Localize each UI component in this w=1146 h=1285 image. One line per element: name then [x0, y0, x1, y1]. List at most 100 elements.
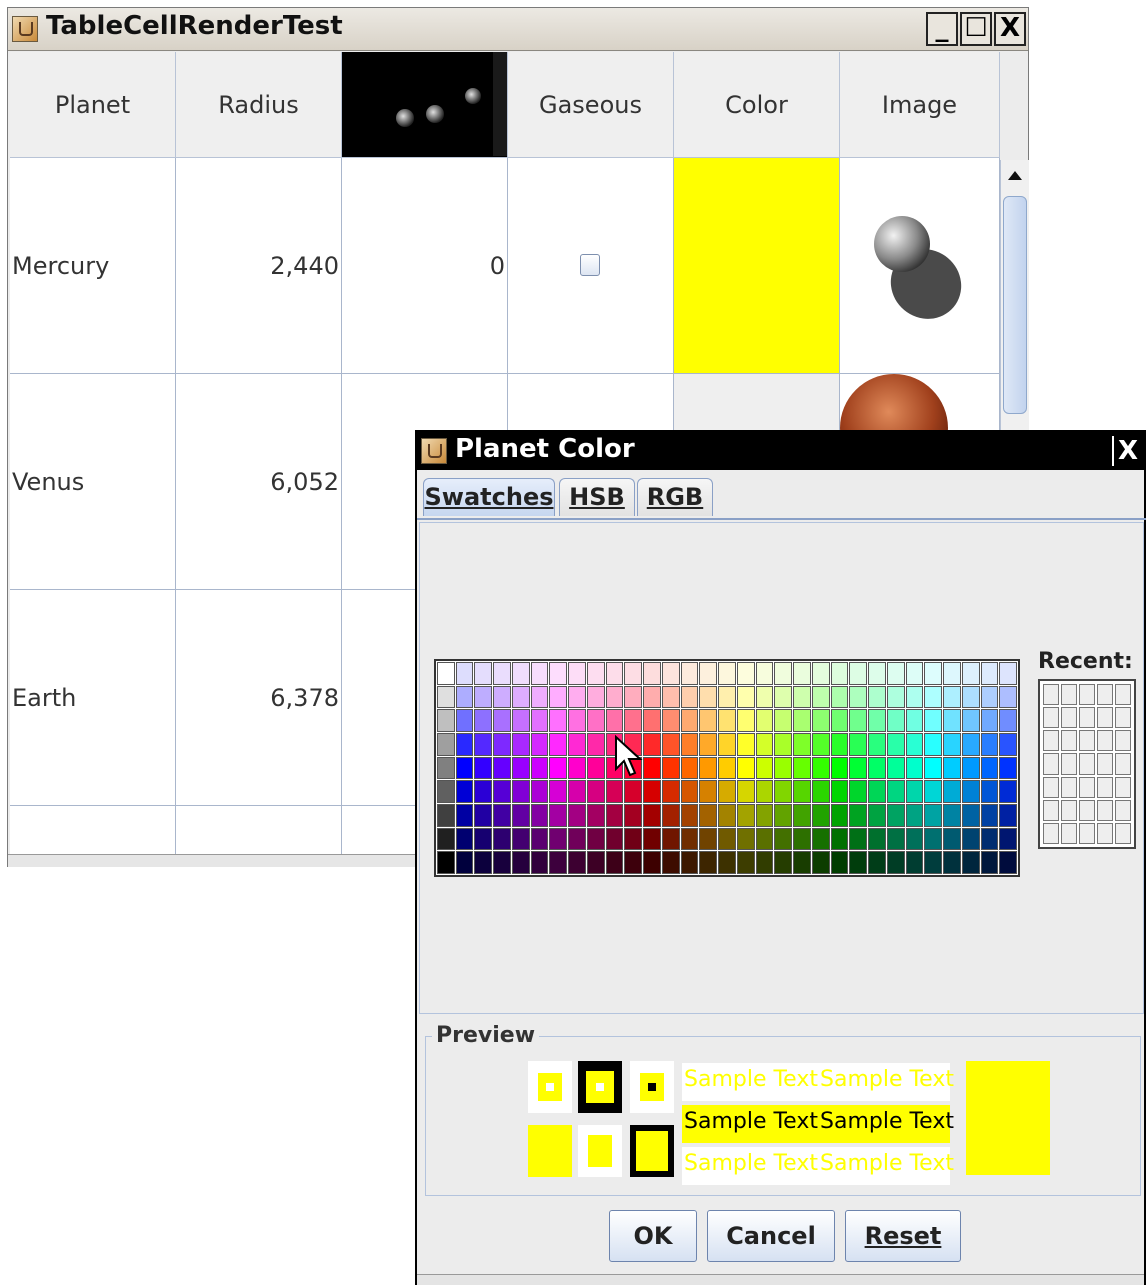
recent-swatch[interactable] — [1061, 822, 1077, 844]
column-header-planet[interactable]: Planet — [10, 52, 176, 158]
color-swatch[interactable] — [661, 803, 680, 827]
color-swatch[interactable] — [661, 662, 680, 685]
color-swatch[interactable] — [868, 780, 886, 803]
color-swatch[interactable] — [868, 732, 886, 756]
color-swatch[interactable] — [886, 756, 905, 780]
color-swatch[interactable] — [586, 851, 605, 874]
color-swatch[interactable] — [455, 732, 474, 756]
color-swatch[interactable] — [905, 732, 924, 756]
recent-swatch[interactable] — [1079, 799, 1095, 821]
color-swatch[interactable] — [943, 827, 961, 851]
recent-swatch[interactable] — [1079, 684, 1095, 706]
cancel-button[interactable]: Cancel — [707, 1210, 835, 1262]
recent-swatch[interactable] — [1043, 684, 1059, 706]
color-swatch[interactable] — [624, 851, 643, 874]
color-swatch[interactable] — [830, 732, 849, 756]
color-swatch[interactable] — [661, 756, 680, 780]
color-swatch[interactable] — [624, 803, 643, 827]
color-swatch[interactable] — [437, 803, 455, 827]
color-swatch[interactable] — [680, 732, 699, 756]
color-cell[interactable] — [674, 158, 840, 373]
color-swatch[interactable] — [568, 685, 586, 709]
color-swatch[interactable] — [455, 662, 474, 685]
color-swatch[interactable] — [830, 756, 849, 780]
color-swatch[interactable] — [811, 803, 830, 827]
recent-swatch[interactable] — [1043, 776, 1059, 798]
color-swatch[interactable] — [474, 732, 493, 756]
recent-swatch[interactable] — [1097, 707, 1113, 729]
color-swatch[interactable] — [961, 851, 980, 874]
color-swatch[interactable] — [868, 709, 886, 732]
color-swatch[interactable] — [661, 780, 680, 803]
color-swatch[interactable] — [924, 780, 943, 803]
color-swatch[interactable] — [905, 662, 924, 685]
color-swatch[interactable] — [905, 780, 924, 803]
color-swatch[interactable] — [455, 827, 474, 851]
color-swatch[interactable] — [680, 662, 699, 685]
color-swatch[interactable] — [886, 780, 905, 803]
color-swatch[interactable] — [924, 851, 943, 874]
color-swatch[interactable] — [699, 709, 718, 732]
color-swatch[interactable] — [661, 732, 680, 756]
color-swatch[interactable] — [980, 827, 999, 851]
color-swatch[interactable] — [849, 756, 868, 780]
color-swatch[interactable] — [886, 851, 905, 874]
color-swatch[interactable] — [474, 827, 493, 851]
vertical-scrollbar[interactable] — [1000, 160, 1029, 452]
color-swatch[interactable] — [474, 756, 493, 780]
color-swatch[interactable] — [474, 780, 493, 803]
color-swatch[interactable] — [793, 780, 811, 803]
title-bar[interactable]: TableCellRenderTest _ ☐ X — [8, 8, 1028, 51]
recent-swatch[interactable] — [1043, 753, 1059, 775]
color-swatch[interactable] — [999, 709, 1017, 732]
color-swatch[interactable] — [455, 803, 474, 827]
color-swatch[interactable] — [530, 756, 549, 780]
color-swatch[interactable] — [905, 827, 924, 851]
color-swatch[interactable] — [793, 827, 811, 851]
color-swatch[interactable] — [849, 709, 868, 732]
color-swatch[interactable] — [849, 685, 868, 709]
color-swatch[interactable] — [718, 732, 736, 756]
color-swatch[interactable] — [886, 803, 905, 827]
color-swatch[interactable] — [511, 756, 530, 780]
close-button[interactable]: X — [994, 12, 1026, 46]
color-swatch[interactable] — [437, 756, 455, 780]
color-swatch[interactable] — [549, 685, 568, 709]
color-swatch[interactable] — [980, 662, 999, 685]
color-swatch[interactable] — [774, 803, 793, 827]
color-swatch[interactable] — [980, 851, 999, 874]
color-swatch[interactable] — [437, 780, 455, 803]
color-swatch[interactable] — [549, 803, 568, 827]
color-swatch[interactable] — [605, 803, 624, 827]
color-swatch[interactable] — [736, 803, 755, 827]
reset-button[interactable]: Reset — [845, 1210, 961, 1262]
color-swatch[interactable] — [774, 685, 793, 709]
color-swatch[interactable] — [493, 662, 511, 685]
color-swatch[interactable] — [811, 756, 830, 780]
recent-swatch[interactable] — [1061, 776, 1077, 798]
tab-rgb[interactable]: RGB — [637, 478, 713, 516]
color-swatch[interactable] — [680, 827, 699, 851]
recent-swatch[interactable] — [1097, 799, 1113, 821]
color-swatch[interactable] — [605, 851, 624, 874]
color-swatch[interactable] — [774, 732, 793, 756]
color-swatch[interactable] — [943, 685, 961, 709]
column-header-color[interactable]: Color — [674, 52, 840, 158]
color-swatch[interactable] — [643, 827, 661, 851]
minimize-button[interactable]: _ — [926, 12, 958, 46]
scroll-up-arrow-icon[interactable] — [1001, 160, 1029, 192]
color-swatch[interactable] — [493, 709, 511, 732]
recent-swatch[interactable] — [1079, 776, 1095, 798]
color-swatch[interactable] — [661, 685, 680, 709]
recent-swatch[interactable] — [1115, 753, 1131, 775]
column-header-radius[interactable]: Radius — [176, 52, 342, 158]
swatch-grid[interactable] — [434, 659, 1020, 877]
color-swatch[interactable] — [605, 780, 624, 803]
color-swatch[interactable] — [605, 662, 624, 685]
color-swatch[interactable] — [811, 827, 830, 851]
color-swatch[interactable] — [624, 780, 643, 803]
color-swatch[interactable] — [643, 662, 661, 685]
color-swatch[interactable] — [755, 851, 774, 874]
color-swatch[interactable] — [924, 732, 943, 756]
color-swatch[interactable] — [868, 803, 886, 827]
